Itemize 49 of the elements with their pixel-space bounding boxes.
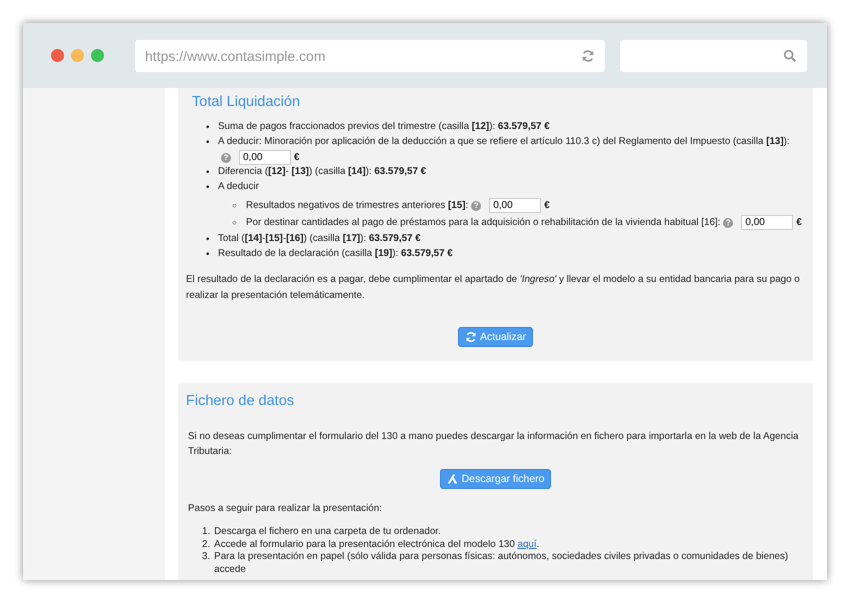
reload-icon[interactable] (581, 48, 595, 62)
step-text: Descarga el fichero en una carpeta de tu ordenador. (214, 526, 441, 538)
intro-text: Si no deseas cumplimentar el formulario del 130 a mano puedes descargar la información en fichero para importarla en la web de la Agencia Tributaria: (188, 430, 800, 459)
bullet-marker: • (206, 121, 210, 135)
item-text: Diferencia ([12]- [13]) (casilla [14]): 63.579,57 € (218, 165, 426, 179)
amount-input[interactable]: 0,00 (741, 215, 794, 230)
result-note: El resultado de la declaración es a pagar, debe cumplimentar el apartado de 'Ingreso' y llevar el modelo a su entidad bancaria para su pago o realizar la presentación telemáticamente. (186, 273, 801, 302)
address-bar[interactable]: https://www.contasimple.com (135, 40, 605, 72)
help-badge[interactable]: ? (471, 200, 482, 210)
help-badge[interactable]: ? (723, 218, 734, 228)
step-text: Para la presentación en papel (sólo válida para personas físicas: autónomos, sociedades civiles privadas o comunidades de bienes) accede (214, 551, 790, 576)
currency-text: € (544, 198, 550, 212)
bullet-marker: • (206, 181, 210, 195)
step-number: 3. (202, 551, 210, 564)
item-text: Resultado de la declaración (casilla [19]): 63.579,57 € (218, 247, 453, 261)
item-text: Suma de pagos fraccionados previos del trimestre (casilla [12]): 63.579,57 € (218, 120, 550, 134)
bullet-marker: ○ (232, 217, 238, 229)
close-dot-icon[interactable] (51, 49, 64, 62)
minimize-dot-icon[interactable] (71, 49, 84, 62)
step-number: 1. (202, 526, 210, 538)
section-title: Fichero de datos (186, 393, 296, 409)
step-text: Accede al formulario para la presentación electrónica del modelo 130 aquí. (214, 538, 540, 551)
item-text: Por destinar cantidades al pago de préstamos para la adquisición o rehabilitación de la vivienda habitual [16]: (246, 216, 720, 230)
bullet-marker: • (206, 248, 210, 262)
refresh-icon (464, 331, 477, 343)
section-title: Total Liquidación (192, 94, 302, 110)
step-number: 2. (202, 538, 210, 551)
currency-text: € (796, 216, 802, 230)
search-field[interactable] (620, 40, 807, 72)
bullet-marker: • (206, 166, 210, 180)
steps-heading: Pasos a seguir para realizar la presentación: (188, 502, 383, 516)
download-button[interactable]: Descargar fichero (440, 469, 552, 489)
bullet-marker: ○ (232, 200, 238, 212)
item-text: A deducir (218, 180, 259, 194)
bullet-marker: • (206, 233, 210, 247)
amount-input[interactable]: 0,00 (489, 198, 542, 213)
search-icon[interactable] (783, 48, 797, 62)
x-logo-icon (446, 473, 459, 485)
item-text: Total ([14]-[15]-[16]) (casilla [17]): 63.579,57 € (218, 232, 421, 246)
here-link[interactable]: aquí (518, 538, 537, 550)
currency-text: € (294, 150, 300, 164)
item-text: A deducir: Minoración por aplicación de la deducción a que se refiere el artículo 110.3 c) del Reglamento del Impuesto (casilla [13]): (218, 135, 790, 149)
url-text: https://www.contasimple.com (145, 48, 326, 64)
help-badge[interactable]: ? (221, 152, 231, 162)
amount-input[interactable]: 0,00 (239, 150, 291, 165)
update-button[interactable]: Actualizar (458, 327, 534, 347)
maximize-dot-icon[interactable] (91, 49, 104, 62)
bullet-marker: • (206, 136, 210, 150)
item-text: Resultados negativos de trimestres anteriores [15]: (246, 198, 468, 212)
